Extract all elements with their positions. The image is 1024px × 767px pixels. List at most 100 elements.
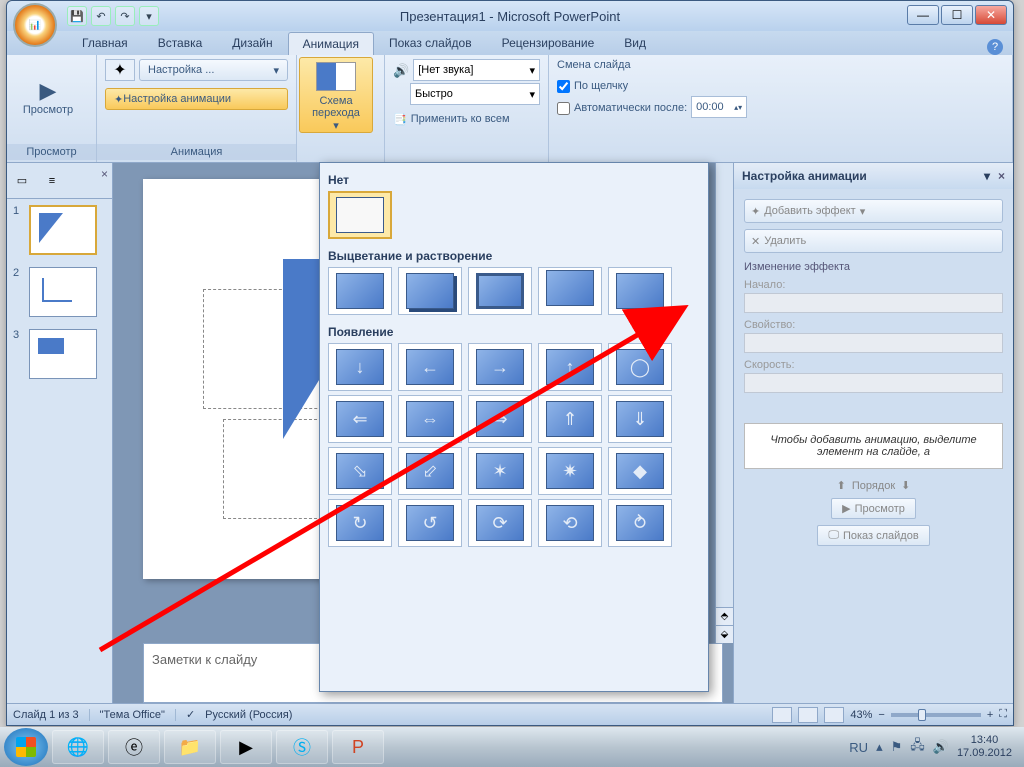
transition-wipe-left[interactable]: ←	[398, 343, 462, 391]
pane-dropdown-icon[interactable]: ▾	[984, 169, 990, 183]
qat-more-icon[interactable]: ▾	[139, 6, 159, 26]
normal-view-icon[interactable]	[772, 707, 792, 723]
panel-close-icon[interactable]: ×	[97, 163, 112, 198]
apply-all-button[interactable]: 📑 Применить ко всем	[393, 107, 540, 131]
slide-thumb-1[interactable]: 1	[13, 205, 106, 255]
transition-split-2[interactable]: ⬃	[398, 447, 462, 495]
tray-network-icon[interactable]: 🖧	[910, 736, 925, 758]
transition-box-1[interactable]: ⇐	[328, 395, 392, 443]
minimize-button[interactable]: —	[907, 5, 939, 25]
transition-fade-3[interactable]	[468, 267, 532, 315]
slide-thumb-3[interactable]: 3	[13, 329, 106, 379]
transition-none[interactable]	[328, 191, 392, 239]
slideshow-button[interactable]: 🖵 Показ слайдов	[817, 525, 929, 546]
slide-thumb-2[interactable]: 2	[13, 267, 106, 317]
transition-split-1[interactable]: ⬂	[328, 447, 392, 495]
maximize-button[interactable]: ☐	[941, 5, 973, 25]
start-field[interactable]	[744, 293, 1003, 313]
transition-wipe-up[interactable]: ↑	[538, 343, 602, 391]
transition-box-4[interactable]: ⇑	[538, 395, 602, 443]
start-button[interactable]	[4, 728, 48, 766]
zoom-slider[interactable]	[891, 713, 981, 717]
transition-wipe-right[interactable]: →	[468, 343, 532, 391]
sound-dropdown[interactable]: [Нет звука]▾	[413, 59, 540, 81]
tray-up-icon[interactable]: ▴	[876, 739, 883, 755]
slides-tab-icon[interactable]: ▭	[7, 163, 37, 198]
speed-field[interactable]	[744, 373, 1003, 393]
taskbar-powerpoint[interactable]: P	[332, 730, 384, 764]
anim-icon-small[interactable]: ✦	[105, 59, 135, 81]
start-label: Начало:	[744, 279, 1003, 291]
transition-box-2[interactable]: ⇔	[398, 395, 462, 443]
transition-rotate-5[interactable]: ⥁	[608, 499, 672, 547]
taskbar-skype[interactable]: Ⓢ	[276, 730, 328, 764]
tray-clock[interactable]: 13:40 17.09.2012	[957, 734, 1012, 760]
transition-fade-4[interactable]	[538, 267, 602, 315]
sorter-view-icon[interactable]	[798, 707, 818, 723]
anim-hint: Чтобы добавить анимацию, выделите элемен…	[744, 423, 1003, 469]
tray-lang[interactable]: RU	[849, 740, 868, 755]
transition-box-3[interactable]: ⇒	[468, 395, 532, 443]
taskbar-media[interactable]: ▶	[220, 730, 272, 764]
auto-time-field[interactable]: 00:00▴▾	[691, 96, 747, 118]
transition-rotate-4[interactable]: ⟲	[538, 499, 602, 547]
tab-animation[interactable]: Анимация	[288, 32, 374, 55]
pane-close-icon[interactable]: ×	[998, 169, 1005, 183]
undo-icon[interactable]: ↶	[91, 6, 111, 26]
transition-fade-2[interactable]	[398, 267, 462, 315]
transition-dissolve[interactable]	[608, 267, 672, 315]
property-field[interactable]	[744, 333, 1003, 353]
help-icon[interactable]: ?	[987, 39, 1003, 55]
save-icon[interactable]: 💾	[67, 6, 87, 26]
transition-rotate-1[interactable]: ↻	[328, 499, 392, 547]
zoom-percent[interactable]: 43%	[850, 709, 872, 721]
next-slide-icon[interactable]: ⬙	[716, 625, 733, 643]
tray-volume-icon[interactable]: 🔊	[933, 739, 949, 755]
zoom-out-icon[interactable]: −	[878, 709, 884, 721]
zoom-in-icon[interactable]: +	[987, 709, 993, 721]
fit-window-icon[interactable]: ⛶	[999, 708, 1007, 721]
taskbar-explorer[interactable]: 📁	[164, 730, 216, 764]
speed-dropdown[interactable]: Быстро▾	[410, 83, 540, 105]
slideshow-view-icon[interactable]	[824, 707, 844, 723]
auto-after-checkbox[interactable]	[557, 102, 570, 115]
vertical-scrollbar[interactable]: ⬘ ⬙	[715, 163, 733, 643]
close-button[interactable]: ✕	[975, 5, 1007, 25]
transition-split-4[interactable]: ✷	[538, 447, 602, 495]
transition-wipe-down[interactable]: ↓	[328, 343, 392, 391]
custom-dropdown[interactable]: Настройка ... ▾	[139, 59, 288, 81]
preview-button[interactable]: ▶ Просмотр	[15, 59, 81, 135]
taskbar-ie[interactable]: ⓔ	[108, 730, 160, 764]
remove-effect-button[interactable]: ✕ Удалить	[744, 229, 1003, 253]
transition-scheme-button[interactable]: Схема перехода▾	[299, 57, 373, 133]
ribbon-tabs: Главная Вставка Дизайн Анимация Показ сл…	[7, 31, 1013, 55]
outline-tab-icon[interactable]: ≡	[37, 163, 67, 198]
preview-anim-button[interactable]: ▶ Просмотр	[831, 498, 916, 519]
tab-review[interactable]: Рецензирование	[487, 31, 610, 55]
tab-design[interactable]: Дизайн	[217, 31, 287, 55]
office-button[interactable]: 📊	[13, 3, 57, 47]
spellcheck-icon[interactable]: ✓	[186, 708, 195, 721]
transition-split-3[interactable]: ✶	[468, 447, 532, 495]
transition-split-5[interactable]: ◆	[608, 447, 672, 495]
transition-rotate-3[interactable]: ⟳	[468, 499, 532, 547]
on-click-checkbox[interactable]	[557, 80, 570, 93]
tray-flag-icon[interactable]: ⚑	[891, 739, 903, 755]
statusbar: Слайд 1 из 3 "Тема Office" ✓ Русский (Ро…	[7, 703, 1013, 725]
status-lang[interactable]: Русский (Россия)	[205, 709, 292, 721]
order-down-icon[interactable]: ⬇	[901, 479, 910, 492]
tab-view[interactable]: Вид	[609, 31, 661, 55]
order-up-icon[interactable]: ⬆	[837, 479, 846, 492]
transition-circle[interactable]: ◯	[608, 343, 672, 391]
custom-animation-button[interactable]: ✦ Настройка анимации	[105, 88, 288, 110]
tab-insert[interactable]: Вставка	[143, 31, 218, 55]
transition-box-5[interactable]: ⇓	[608, 395, 672, 443]
add-effect-button[interactable]: ✦ Добавить эффект ▾	[744, 199, 1003, 223]
transition-fade-1[interactable]	[328, 267, 392, 315]
transition-rotate-2[interactable]: ↺	[398, 499, 462, 547]
tab-slideshow[interactable]: Показ слайдов	[374, 31, 487, 55]
redo-icon[interactable]: ↷	[115, 6, 135, 26]
prev-slide-icon[interactable]: ⬘	[716, 607, 733, 625]
tab-home[interactable]: Главная	[67, 31, 143, 55]
taskbar-chrome[interactable]: 🌐	[52, 730, 104, 764]
